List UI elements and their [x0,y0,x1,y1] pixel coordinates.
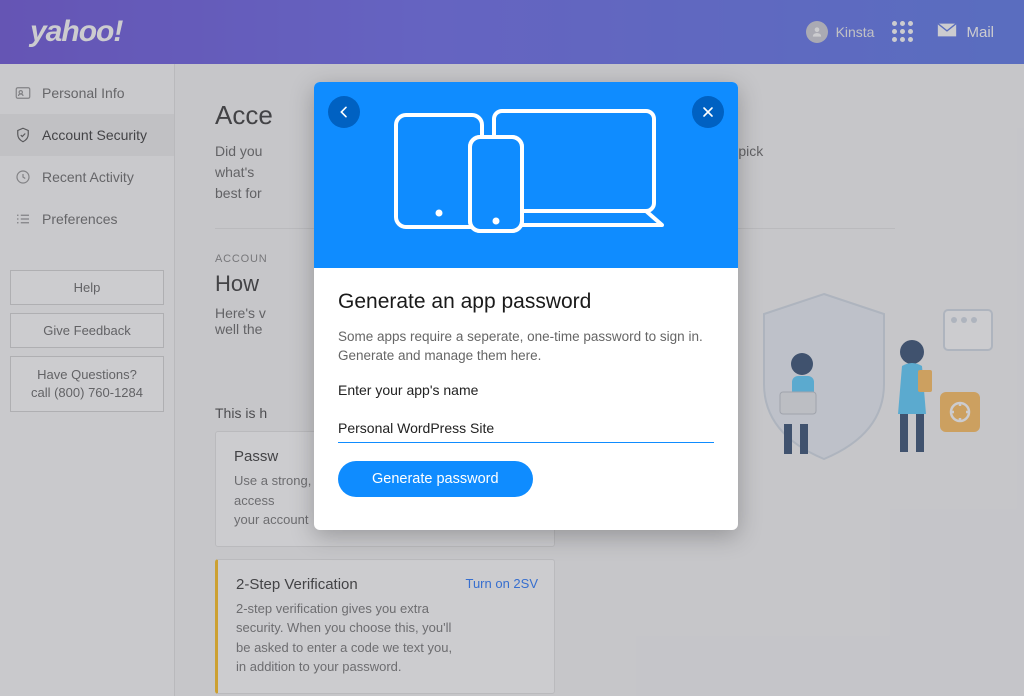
app-name-label: Enter your app's name [338,382,714,398]
app-password-modal: Generate an app password Some apps requi… [314,82,738,530]
modal-header [314,82,738,268]
modal-title: Generate an app password [338,290,714,314]
app-name-input[interactable] [338,416,714,443]
modal-body: Generate an app password Some apps requi… [314,268,738,517]
close-button[interactable] [692,96,724,128]
devices-illustration-icon [386,105,666,245]
back-button[interactable] [328,96,360,128]
generate-password-button[interactable]: Generate password [338,461,533,497]
modal-desc: Some apps require a seperate, one-time p… [338,328,714,366]
chevron-left-icon [336,104,352,120]
close-icon [700,104,716,120]
